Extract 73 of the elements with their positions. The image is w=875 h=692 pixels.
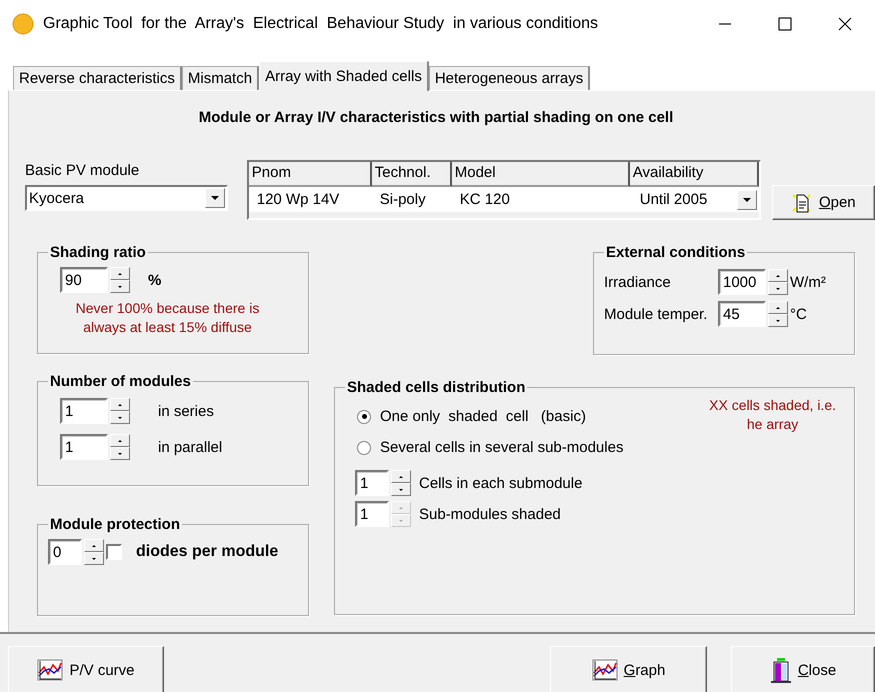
number-field[interactable]: 45 <box>718 301 766 327</box>
unit-label: W/m² <box>790 274 826 290</box>
tab[interactable]: Heterogeneous arrays <box>428 66 590 90</box>
spin-down-button[interactable] <box>391 483 411 496</box>
field-label: Basic PV module <box>25 162 140 179</box>
dropdown-button[interactable] <box>736 190 757 210</box>
field-label: in series <box>158 402 214 420</box>
option-label: Several cells in several sub-modules <box>380 439 624 456</box>
column-header: Model <box>452 162 630 187</box>
spin-down-button[interactable] <box>768 314 788 327</box>
column-header: Pnom <box>248 162 372 187</box>
radio-button[interactable] <box>357 440 371 454</box>
spin-up-button[interactable] <box>768 269 788 282</box>
spin-up-button[interactable] <box>110 267 130 280</box>
maximize-icon[interactable] <box>778 17 792 31</box>
group-title: Number of modules <box>49 373 192 390</box>
spin-down-button[interactable] <box>110 447 130 460</box>
field-label: Cells in each submodule <box>419 474 582 492</box>
spin-up-button[interactable] <box>391 470 411 483</box>
spin-down-button[interactable] <box>84 552 104 565</box>
spin-up-button[interactable] <box>84 539 104 552</box>
column-header: Availability <box>630 162 759 187</box>
module-dropdown[interactable]: Kyocera <box>25 185 228 211</box>
section-heading: Module or Array I/V characteristics with partial shading on one cell <box>198 108 674 128</box>
table-cell-text: Si-poly <box>378 191 427 208</box>
tab[interactable]: Mismatch <box>182 66 260 90</box>
app-icon <box>12 13 34 35</box>
number-field[interactable]: 1 <box>60 398 108 424</box>
field-label: Sub-modules shaded <box>419 506 561 522</box>
chart-icon <box>37 659 64 681</box>
spin-down-button[interactable] <box>768 282 788 295</box>
checkbox-label: diodes per module <box>136 543 278 561</box>
field-label: Module temper. <box>604 306 708 322</box>
table-cell-text: Until 2005 <box>638 191 708 208</box>
note-text: he array <box>746 415 800 434</box>
tab[interactable]: Array with Shaded cells <box>259 61 429 91</box>
number-field[interactable]: 90 <box>60 267 108 293</box>
checkbox[interactable] <box>106 544 122 560</box>
footer-button[interactable]: Close <box>731 646 875 692</box>
table-cell-text: 120 Wp 14V <box>256 191 340 208</box>
group-title: Module protection <box>49 516 181 533</box>
table-cell-text: KC 120 <box>458 191 511 208</box>
unit-label: % <box>148 272 162 288</box>
warning-note: Never 100% because there is always at least 15% diffuse <box>74 299 260 337</box>
document-icon <box>790 192 813 214</box>
number-field[interactable]: 1 <box>60 434 108 460</box>
spin-down-button[interactable] <box>110 280 130 293</box>
option-label: One only shaded cell (basic) <box>380 408 586 425</box>
number-field[interactable]: 0 <box>48 539 82 565</box>
column-header: Technol. <box>372 162 452 187</box>
spin-up-button[interactable] <box>110 398 130 411</box>
dropdown-button[interactable] <box>204 188 225 208</box>
window-title: Graphic Tool for the Array's Electrical Behaviour Study in various conditions <box>43 15 598 33</box>
radio-button[interactable] <box>357 410 371 424</box>
spin-up-button[interactable] <box>768 301 788 314</box>
unit-label: °C <box>790 306 807 322</box>
footer-button[interactable]: Graph <box>550 646 707 692</box>
group-title: Shading ratio <box>49 244 147 261</box>
number-field[interactable]: 1000 <box>718 269 766 295</box>
group-title: Shaded cells distribution <box>346 379 526 396</box>
open-button[interactable]: Open <box>772 185 875 220</box>
number-field[interactable]: 1 <box>355 470 389 496</box>
spin-down-button[interactable] <box>110 411 130 424</box>
door-icon <box>770 657 792 683</box>
close-icon[interactable] <box>838 17 852 31</box>
footer-button[interactable]: P/V curve <box>8 646 164 692</box>
group-title: External conditions <box>605 244 746 261</box>
note-text: XX cells shaded, i.e. <box>709 396 836 415</box>
tab[interactable]: Reverse characteristics <box>13 66 182 90</box>
field-label: in parallel <box>158 438 222 456</box>
field-label: Irradiance <box>604 274 672 290</box>
chart-icon <box>592 659 618 681</box>
spin-up-button[interactable] <box>110 434 130 447</box>
